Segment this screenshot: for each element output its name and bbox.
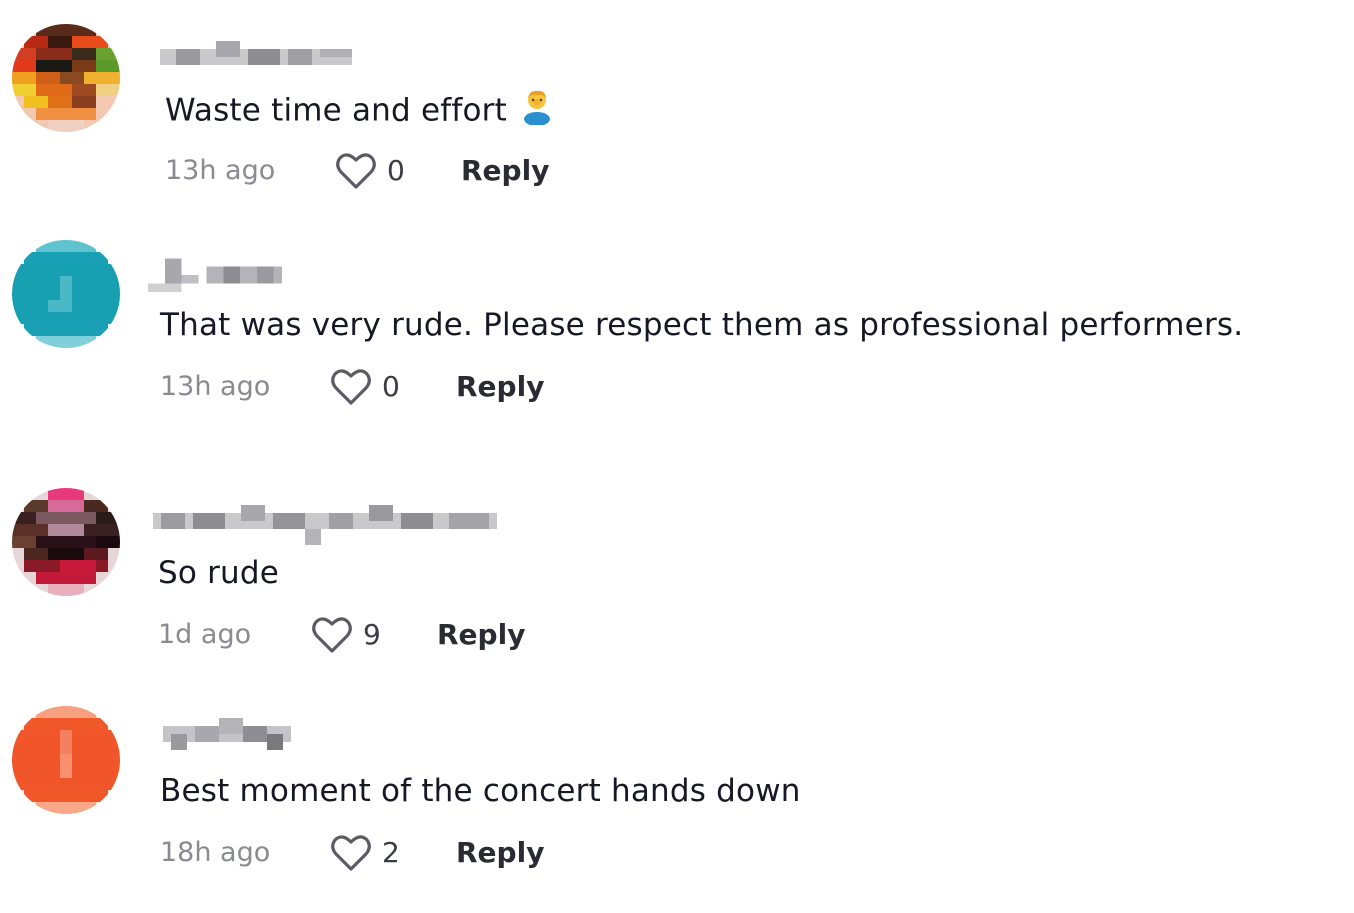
username-redacted[interactable] [148, 258, 282, 292]
reply-button[interactable]: Reply [461, 151, 549, 191]
comment-meta: 1d ago 9 Reply [158, 615, 658, 655]
like-button[interactable]: 9 [311, 615, 381, 655]
timestamp: 18h ago [160, 837, 271, 868]
reply-button[interactable]: Reply [437, 615, 525, 655]
comment-meta: 13h ago 0 Reply [160, 367, 660, 407]
person-facepalming-icon [521, 89, 553, 135]
timestamp: 13h ago [160, 371, 271, 402]
avatar[interactable] [12, 488, 120, 596]
comment-text: So rude [158, 555, 280, 591]
heart-outline-icon[interactable] [330, 368, 372, 406]
comment-text: Waste time and effort [165, 89, 553, 135]
like-count: 0 [382, 370, 400, 403]
comment-text: That was very rude. Please respect them … [160, 307, 1244, 343]
comment-meta: 18h ago 2 Reply [160, 833, 660, 873]
reply-button[interactable]: Reply [456, 367, 544, 407]
avatar[interactable] [12, 706, 120, 814]
heart-outline-icon[interactable] [335, 152, 377, 190]
username-redacted[interactable] [150, 505, 500, 545]
like-button[interactable]: 2 [330, 833, 400, 873]
like-count: 2 [382, 836, 400, 869]
avatar[interactable] [12, 240, 120, 348]
comment-meta: 13h ago 0 Reply [165, 151, 665, 191]
username-redacted[interactable] [160, 718, 294, 750]
like-count: 0 [387, 154, 405, 187]
reply-button[interactable]: Reply [456, 833, 544, 873]
heart-outline-icon[interactable] [330, 834, 372, 872]
like-count: 9 [363, 618, 381, 651]
comment-text: Best moment of the concert hands down [160, 773, 801, 809]
timestamp: 13h ago [165, 155, 276, 186]
heart-outline-icon[interactable] [311, 616, 353, 654]
like-button[interactable]: 0 [335, 151, 405, 191]
like-button[interactable]: 0 [330, 367, 400, 407]
timestamp: 1d ago [158, 619, 252, 650]
username-redacted[interactable] [160, 40, 352, 70]
avatar[interactable] [12, 24, 120, 132]
